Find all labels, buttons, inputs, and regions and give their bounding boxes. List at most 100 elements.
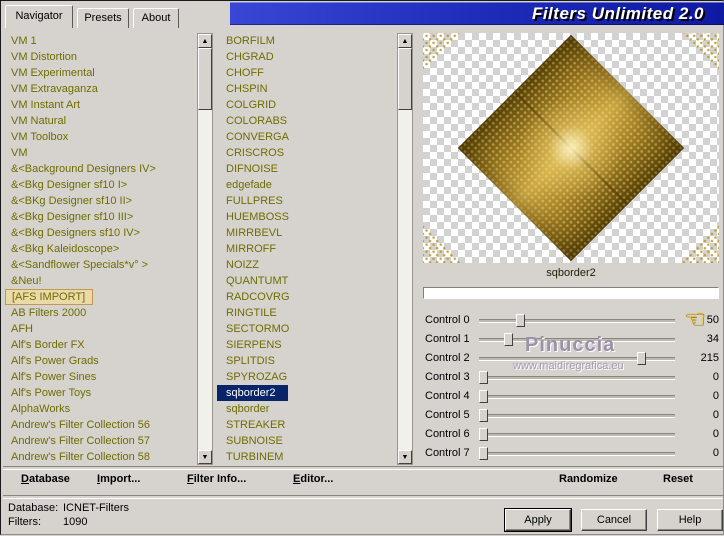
slider-thumb[interactable] <box>479 409 488 422</box>
button-cancel[interactable]: Cancel <box>581 509 647 531</box>
list-item[interactable]: FULLPRES <box>217 193 397 209</box>
list-item[interactable]: &<Bkg Kaleidoscope> <box>5 241 197 257</box>
scrollbar-thumb[interactable] <box>198 48 212 110</box>
list-item[interactable]: COLGRID <box>217 97 397 113</box>
list-item[interactable]: CHOFF <box>217 65 397 81</box>
control-value: 0 <box>712 390 719 402</box>
scroll-up-icon[interactable]: ▲ <box>198 34 212 48</box>
list-item[interactable]: MIRRBEVL <box>217 225 397 241</box>
list-item[interactable]: Andrew's Filter Collection 57 <box>5 433 197 449</box>
list-item[interactable]: QUANTUMT <box>217 273 397 289</box>
button-database[interactable]: Database <box>21 473 70 485</box>
list-item[interactable]: VM Natural <box>5 113 197 129</box>
button-editor[interactable]: Editor... <box>293 473 333 485</box>
button-apply[interactable]: Apply <box>504 508 572 532</box>
list-item[interactable]: Alf's Power Sines <box>5 369 197 385</box>
status-filters: Filters: 1090 <box>8 516 87 528</box>
list-item[interactable]: VM Experimental <box>5 65 197 81</box>
slider-thumb[interactable] <box>479 447 488 460</box>
slider-thumb[interactable] <box>479 371 488 384</box>
list-item[interactable]: NOIZZ <box>217 257 397 273</box>
list-item[interactable]: SPLITDIS <box>217 353 397 369</box>
list-item[interactable]: &<Bkg Designers sf10 IV> <box>5 225 197 241</box>
tab-presets[interactable]: Presets <box>77 8 129 28</box>
control-slider[interactable] <box>479 387 675 406</box>
scroll-up-icon[interactable]: ▲ <box>398 34 412 48</box>
slider-thumb[interactable] <box>479 428 488 441</box>
list-item[interactable]: &<BKg Designer sf10 II> <box>5 193 197 209</box>
filter-scrollbar[interactable]: ▲ ▼ <box>397 33 413 465</box>
slider-thumb[interactable] <box>516 314 525 327</box>
list-item[interactable]: Alf's Border FX <box>5 337 197 353</box>
list-item[interactable]: AB Filters 2000 <box>5 305 197 321</box>
scroll-down-icon[interactable]: ▼ <box>398 450 412 464</box>
list-item[interactable]: HUEMBOSS <box>217 209 397 225</box>
list-item[interactable]: BORFILM <box>217 33 397 49</box>
scroll-down-icon[interactable]: ▼ <box>198 450 212 464</box>
list-item[interactable]: Alf's Power Grads <box>5 353 197 369</box>
list-item[interactable]: RINGTILE <box>217 305 397 321</box>
scrollbar-thumb[interactable] <box>398 48 412 110</box>
filter-list[interactable]: BORFILM CHGRAD CHOFF CHSPIN COLGRID COLORABS C… <box>217 33 397 465</box>
slider-groove <box>479 376 675 380</box>
button-filter-info[interactable]: Filter Info... <box>187 473 246 485</box>
list-item[interactable]: &<Bkg Designer sf10 I> <box>5 177 197 193</box>
list-item[interactable]: sqborder <box>217 401 397 417</box>
list-item[interactable]: Alf's Power Toys <box>5 385 197 401</box>
list-item[interactable]: CRISCROS <box>217 145 397 161</box>
button-reset[interactable]: Reset <box>663 473 693 485</box>
list-item[interactable]: SUBNOISE <box>217 433 397 449</box>
list-item[interactable]: &<Sandflower Specials*v° > <box>5 257 197 273</box>
list-item[interactable]: DIFNOISE <box>217 161 397 177</box>
slider-thumb[interactable] <box>637 352 646 365</box>
list-item[interactable]: &Neu! <box>5 273 197 289</box>
control-slider[interactable] <box>479 444 675 463</box>
preview-corner-pattern <box>423 33 463 73</box>
list-item[interactable]: sqborder2 <box>217 385 288 401</box>
list-item[interactable]: VM 1 <box>5 33 197 49</box>
list-item[interactable]: Andrew's Filter Collection 56 <box>5 417 197 433</box>
list-item[interactable]: &<Bkg Designer sf10 III> <box>5 209 197 225</box>
list-item[interactable]: AFH <box>5 321 197 337</box>
tab-about[interactable]: About <box>133 8 179 28</box>
list-item[interactable]: SECTORMO <box>217 321 397 337</box>
control-value: 215 <box>700 352 719 364</box>
list-item[interactable]: CHGRAD <box>217 49 397 65</box>
slider-groove <box>479 433 675 437</box>
list-item[interactable]: RADCOVRG <box>217 289 397 305</box>
list-item[interactable]: &<Background Designers IV> <box>5 161 197 177</box>
control-value: 0 <box>712 371 719 383</box>
list-item[interactable]: VM Instant Art <box>5 97 197 113</box>
control-slider[interactable] <box>479 406 675 425</box>
control-slider[interactable] <box>479 311 675 330</box>
tab-navigator[interactable]: Navigator <box>5 5 73 28</box>
list-item[interactable]: SPYROZAG <box>217 369 397 385</box>
list-item[interactable]: COLORABS <box>217 113 397 129</box>
list-item[interactable]: edgefade <box>217 177 397 193</box>
list-item[interactable]: Andrew's Filter Collection 58 <box>5 449 197 465</box>
button-randomize[interactable]: Randomize <box>559 473 618 485</box>
watermark-url: www.maidiregrafica.eu <box>513 360 624 372</box>
slider-thumb[interactable] <box>504 333 513 346</box>
scrollbar-track[interactable] <box>398 48 412 450</box>
category-scrollbar[interactable]: ▲ ▼ <box>197 33 213 465</box>
list-item[interactable]: VM Distortion <box>5 49 197 65</box>
list-item[interactable]: VM <box>5 145 197 161</box>
scrollbar-track[interactable] <box>198 48 212 450</box>
list-item[interactable]: MIRROFF <box>217 241 397 257</box>
list-item[interactable]: VM Extravaganza <box>5 81 197 97</box>
list-item[interactable]: [AFS IMPORT] <box>5 289 93 305</box>
list-item[interactable]: SIERPENS <box>217 337 397 353</box>
category-list[interactable]: VM 1 VM Distortion VM Experimental VM Extra… <box>5 33 197 465</box>
progress-bar <box>423 287 719 299</box>
list-item[interactable]: CONVERGA <box>217 129 397 145</box>
list-item[interactable]: AlphaWorks <box>5 401 197 417</box>
control-slider[interactable] <box>479 425 675 444</box>
button-import[interactable]: Import... <box>97 473 140 485</box>
button-help[interactable]: Help <box>657 509 723 531</box>
list-item[interactable]: CHSPIN <box>217 81 397 97</box>
list-item[interactable]: TURBINEM <box>217 449 397 465</box>
list-item[interactable]: VM Toolbox <box>5 129 197 145</box>
slider-thumb[interactable] <box>479 390 488 403</box>
list-item[interactable]: STREAKER <box>217 417 397 433</box>
